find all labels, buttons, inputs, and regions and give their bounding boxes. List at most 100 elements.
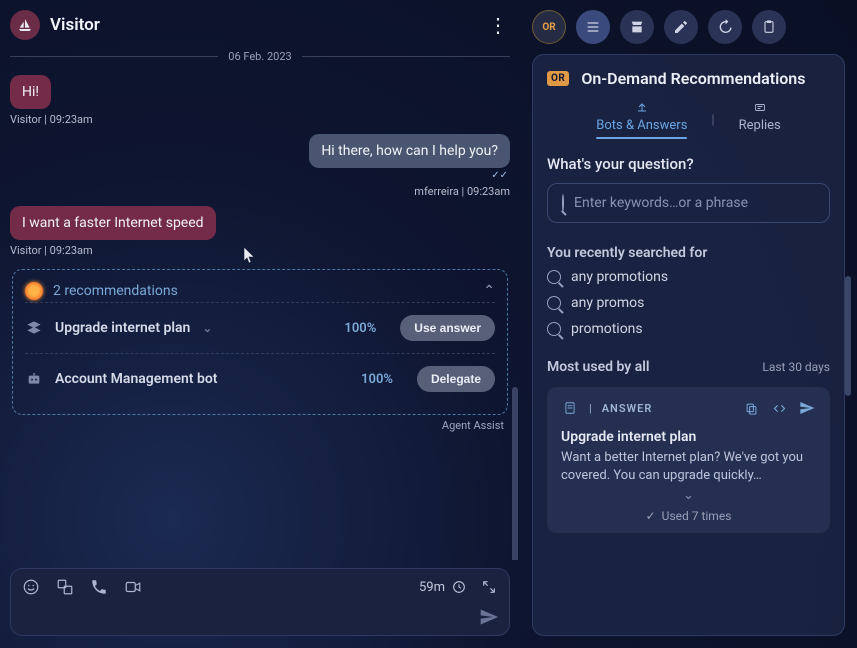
expand-icon[interactable] xyxy=(479,577,499,597)
tab-label: Replies xyxy=(739,118,781,133)
side-panel: OR OR On-Demand Recommendations Bots & A… xyxy=(520,0,857,648)
copy-icon[interactable] xyxy=(742,399,760,417)
history-icon xyxy=(717,19,733,35)
send-answer-icon[interactable] xyxy=(798,399,816,417)
recent-search-text: promotions xyxy=(571,321,643,337)
bots-answers-icon xyxy=(635,102,649,114)
agent-assist-label: Agent Assist xyxy=(10,419,504,432)
toolbar-clipboard-button[interactable] xyxy=(752,10,786,44)
message-meta: mferreira | 09:23am xyxy=(10,185,510,198)
answer-separator: | xyxy=(589,402,592,415)
chevron-down-icon[interactable]: ⌄ xyxy=(202,321,212,335)
translate-icon[interactable] xyxy=(55,577,75,597)
message-agent: Hi there, how can I help you? ✓✓ mferrei… xyxy=(10,134,510,198)
chevron-up-icon[interactable]: ⌃ xyxy=(483,283,495,299)
stack-icon xyxy=(25,319,43,337)
chat-date: 06 Feb. 2023 xyxy=(228,50,291,63)
question-heading: What's your question? xyxy=(547,155,830,173)
side-toolbar: OR xyxy=(532,10,845,44)
message-visitor: I want a faster Internet speed Visitor |… xyxy=(10,206,510,257)
recent-search-text: any promos xyxy=(571,295,644,311)
clock-icon xyxy=(451,579,467,595)
tab-replies[interactable]: Replies xyxy=(739,102,781,139)
chat-title: Visitor xyxy=(50,15,486,35)
search-icon xyxy=(562,195,564,211)
replies-icon xyxy=(753,102,767,114)
list-icon xyxy=(585,19,601,35)
bot-icon xyxy=(25,370,43,388)
scrollbar[interactable] xyxy=(845,276,851,396)
recommendations-title: 2 recommendations xyxy=(53,283,473,299)
search-icon xyxy=(547,322,561,336)
emoji-icon[interactable] xyxy=(21,577,41,597)
tab-separator: | xyxy=(711,113,714,128)
edit-icon xyxy=(673,19,689,35)
send-button[interactable] xyxy=(479,607,499,627)
recent-search-item[interactable]: promotions xyxy=(547,321,830,337)
doc-icon xyxy=(561,399,579,417)
store-icon xyxy=(629,19,645,35)
visitor-avatar xyxy=(10,10,40,40)
answer-title: Upgrade internet plan xyxy=(561,429,816,445)
message-input[interactable] xyxy=(21,607,479,627)
search-icon xyxy=(547,270,561,284)
message-bubble: Hi there, how can I help you? xyxy=(309,134,510,168)
answer-body: Want a better Internet plan? We've got y… xyxy=(561,449,816,484)
sailboat-icon xyxy=(17,17,33,33)
composer-timer: 59m xyxy=(419,577,499,597)
recommendation-item: Upgrade internet plan ⌄ 100% Use answer xyxy=(25,302,495,353)
code-icon[interactable] xyxy=(770,399,788,417)
search-input[interactable]: Enter keywords…or a phrase xyxy=(547,183,830,223)
toolbar-list-button[interactable] xyxy=(576,10,610,44)
message-visitor: Hi! Visitor | 09:23am xyxy=(10,75,510,126)
timer-value: 59m xyxy=(419,580,445,595)
toolbar-edit-button[interactable] xyxy=(664,10,698,44)
chat-composer: 59m xyxy=(10,568,510,636)
search-placeholder: Enter keywords…or a phrase xyxy=(574,195,748,211)
recommendations-box: 2 recommendations ⌃ Upgrade internet pla… xyxy=(12,269,508,415)
answer-card: | ANSWER Upgrade internet plan Want a be… xyxy=(547,387,830,533)
answer-usage: ✓ Used 7 times xyxy=(561,509,816,523)
message-bubble: I want a faster Internet speed xyxy=(10,206,216,240)
recent-searches: any promotions any promos promotions xyxy=(547,269,830,337)
kebab-menu[interactable]: ⋮ xyxy=(486,13,510,37)
recent-search-item[interactable]: any promos xyxy=(547,295,830,311)
video-icon[interactable] xyxy=(123,577,143,597)
most-used-title: Most used by all xyxy=(547,359,649,375)
recommendations-header[interactable]: 2 recommendations ⌃ xyxy=(25,278,495,302)
date-divider: 06 Feb. 2023 xyxy=(0,50,520,67)
sun-icon xyxy=(25,282,43,300)
use-answer-button[interactable]: Use answer xyxy=(400,315,495,341)
or-badge: OR xyxy=(547,71,569,86)
card-title: On-Demand Recommendations xyxy=(581,69,805,88)
recent-search-item[interactable]: any promotions xyxy=(547,269,830,285)
recommendation-item: Account Management bot 100% Delegate xyxy=(25,353,495,404)
clipboard-icon xyxy=(761,19,777,35)
search-icon xyxy=(547,296,561,310)
tab-label: Bots & Answers xyxy=(596,118,687,133)
chat-header: Visitor ⋮ xyxy=(0,0,520,50)
delegate-button[interactable]: Delegate xyxy=(417,366,495,392)
check-icon: ✓ xyxy=(646,509,656,523)
most-used-range: Last 30 days xyxy=(762,360,830,374)
answer-type-label: ANSWER xyxy=(602,402,653,415)
toolbar-history-button[interactable] xyxy=(708,10,742,44)
tab-bots-answers[interactable]: Bots & Answers xyxy=(596,102,687,139)
answer-usage-text: Used 7 times xyxy=(662,509,732,523)
phone-icon[interactable] xyxy=(89,577,109,597)
scrollbar[interactable] xyxy=(512,387,518,560)
card-tabs: Bots & Answers | Replies xyxy=(547,96,830,149)
recommendation-score: 100% xyxy=(361,372,393,387)
recommendation-name: Account Management bot xyxy=(55,371,218,387)
message-meta: Visitor | 09:23am xyxy=(10,113,510,126)
recent-searches-title: You recently searched for xyxy=(547,245,830,261)
expand-answer[interactable]: ⌄ xyxy=(561,488,816,503)
recent-search-text: any promotions xyxy=(571,269,668,285)
toolbar-or-button[interactable]: OR xyxy=(532,10,566,44)
toolbar-store-button[interactable] xyxy=(620,10,654,44)
recommendation-name: Upgrade internet plan xyxy=(55,320,190,336)
recommendations-card: OR On-Demand Recommendations Bots & Answ… xyxy=(532,54,845,636)
message-list: Hi! Visitor | 09:23am Hi there, how can … xyxy=(0,67,520,560)
chat-panel: Visitor ⋮ 06 Feb. 2023 Hi! Visitor | 09:… xyxy=(0,0,520,648)
read-receipt-icon: ✓✓ xyxy=(10,170,510,181)
